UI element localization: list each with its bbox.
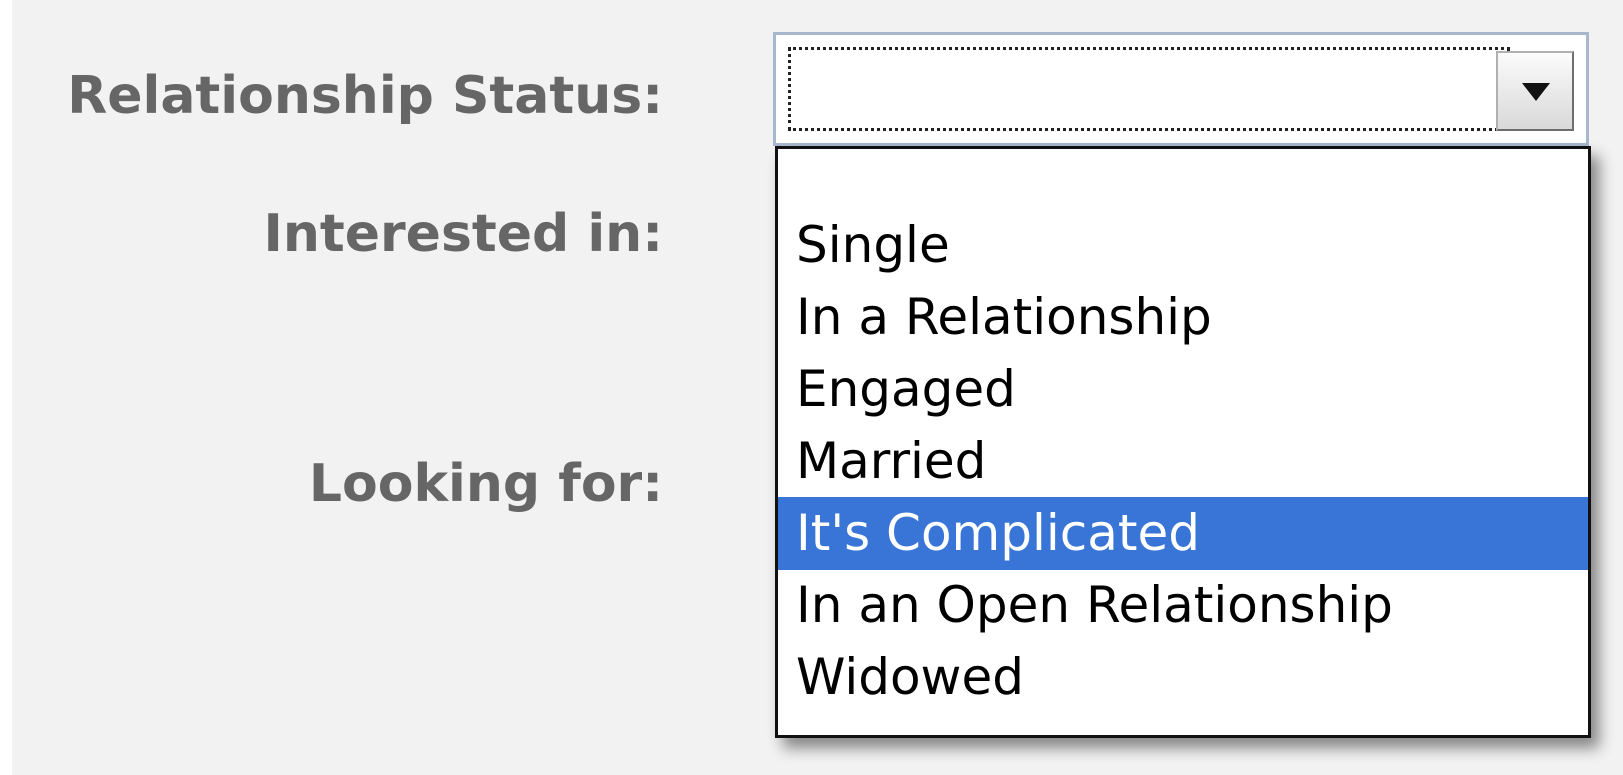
option-widowed[interactable]: Widowed (778, 641, 1588, 714)
relationship-status-label: Relationship Status: (67, 66, 663, 126)
relationship-status-select[interactable] (773, 32, 1589, 146)
dropdown-arrow-button[interactable] (1496, 51, 1574, 131)
interested-in-label: Interested in: (263, 204, 663, 264)
relationship-status-value[interactable] (788, 47, 1510, 131)
looking-for-label: Looking for: (308, 454, 663, 514)
option-in-a-relationship[interactable]: In a Relationship (778, 281, 1588, 354)
option-its-complicated[interactable]: It's Complicated (778, 497, 1588, 570)
option-married[interactable]: Married (778, 425, 1588, 498)
option-single[interactable]: Single (778, 209, 1588, 282)
option-engaged[interactable]: Engaged (778, 353, 1588, 426)
option-in-an-open-relationship[interactable]: In an Open Relationship (778, 569, 1588, 642)
relationship-status-dropdown-list: Single In a Relationship Engaged Married… (775, 146, 1591, 738)
chevron-down-icon (1522, 83, 1550, 101)
